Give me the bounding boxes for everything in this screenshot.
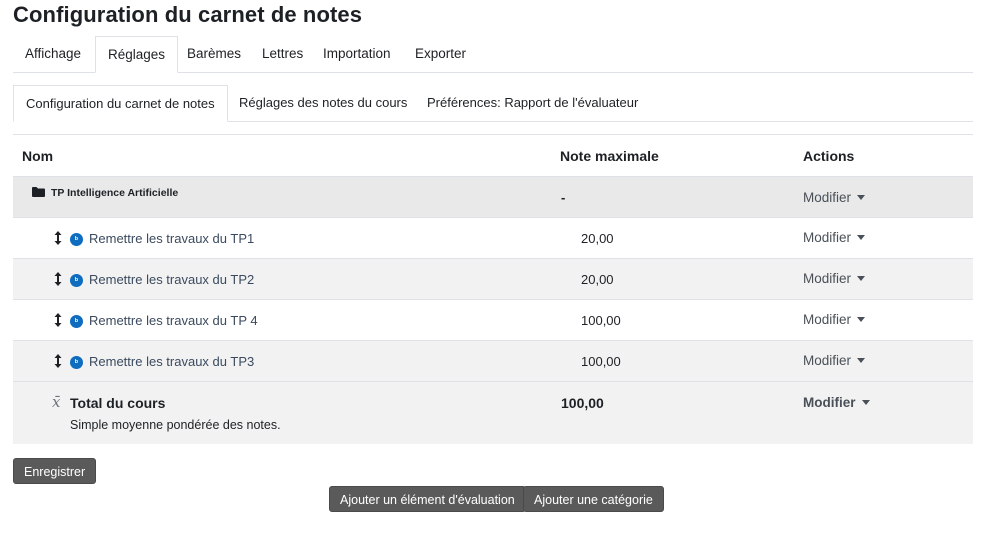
modify-label: Modifier: [803, 395, 856, 410]
assignment-icon: ᵇ: [70, 315, 83, 328]
assignment-icon: ᵇ: [70, 274, 83, 287]
header-name: Nom: [22, 148, 54, 164]
item-name-link[interactable]: Remettre les travaux du TP3: [89, 354, 254, 369]
item-modify-menu[interactable]: Modifier: [803, 353, 866, 368]
modify-label: Modifier: [803, 271, 852, 286]
move-icon[interactable]: [53, 313, 63, 327]
tab-affichage[interactable]: Affichage: [13, 36, 93, 73]
item-modify-menu[interactable]: Modifier: [803, 312, 866, 327]
table-row: ᵇ Remettre les travaux du TP1 20,00 Modi…: [13, 218, 973, 259]
assignment-icon: ᵇ: [70, 356, 83, 369]
modify-label: Modifier: [803, 190, 852, 205]
move-icon[interactable]: [53, 272, 63, 286]
category-row: TP Intelligence Artificielle - Modifier: [13, 177, 973, 218]
caret-down-icon: [857, 235, 866, 240]
category-max: -: [561, 190, 566, 205]
caret-down-icon: [857, 317, 866, 322]
item-name-link[interactable]: Remettre les travaux du TP1: [89, 231, 254, 246]
subtab-reglages-notes[interactable]: Réglages des notes du cours: [227, 85, 419, 122]
move-icon[interactable]: [53, 354, 63, 368]
tab-reglages[interactable]: Réglages: [95, 36, 179, 73]
gradebook-table: Nom Note maximale Actions TP Intelligenc…: [13, 134, 973, 444]
item-modify-menu[interactable]: Modifier: [803, 271, 866, 286]
item-max: 100,00: [581, 354, 621, 369]
caret-down-icon: [857, 358, 866, 363]
tab-lettres[interactable]: Lettres: [250, 36, 315, 73]
modify-label: Modifier: [803, 230, 852, 245]
mean-symbol-icon: x̄: [52, 393, 61, 411]
total-modify-menu[interactable]: Modifier: [803, 395, 870, 410]
tab-exporter[interactable]: Exporter: [403, 36, 478, 73]
page-title: Configuration du carnet de notes: [13, 2, 363, 27]
header-max: Note maximale: [560, 148, 659, 164]
caret-down-icon: [857, 276, 866, 281]
folder-icon: [32, 187, 45, 197]
item-name-link[interactable]: Remettre les travaux du TP2: [89, 272, 254, 287]
table-row: ᵇ Remettre les travaux du TP3 100,00 Mod…: [13, 341, 973, 382]
tab-importation[interactable]: Importation: [311, 36, 403, 73]
table-row: ᵇ Remettre les travaux du TP2 20,00 Modi…: [13, 259, 973, 300]
assignment-icon: ᵇ: [70, 233, 83, 246]
total-max: 100,00: [561, 395, 604, 411]
caret-down-icon: [857, 195, 866, 200]
table-header: Nom Note maximale Actions: [13, 135, 973, 177]
add-category-button[interactable]: Ajouter une catégorie: [523, 486, 664, 512]
item-modify-menu[interactable]: Modifier: [803, 230, 866, 245]
save-button[interactable]: Enregistrer: [13, 458, 97, 484]
header-actions: Actions: [803, 148, 855, 164]
total-description: Simple moyenne pondérée des notes.: [70, 418, 281, 432]
modify-label: Modifier: [803, 312, 852, 327]
total-name: Total du cours: [70, 395, 166, 411]
primary-tabs: Affichage Réglages Barèmes Lettres Impor…: [13, 36, 973, 73]
modify-label: Modifier: [803, 353, 852, 368]
item-max: 100,00: [581, 313, 621, 328]
item-name-link[interactable]: Remettre les travaux du TP 4: [89, 313, 258, 328]
course-total-row: x̄ Total du cours Simple moyenne pondéré…: [13, 382, 973, 444]
secondary-tabs: Configuration du carnet de notes Réglage…: [13, 85, 973, 122]
add-grade-item-button[interactable]: Ajouter un élément d'évaluation: [329, 486, 526, 512]
category-modify-menu[interactable]: Modifier: [803, 190, 866, 205]
move-icon[interactable]: [53, 231, 63, 245]
item-max: 20,00: [581, 272, 614, 287]
tab-baremes[interactable]: Barèmes: [175, 36, 253, 73]
item-max: 20,00: [581, 231, 614, 246]
category-name: TP Intelligence Artificielle: [51, 187, 179, 199]
subtab-preferences[interactable]: Préférences: Rapport de l'évaluateur: [415, 85, 650, 122]
table-row: ᵇ Remettre les travaux du TP 4 100,00 Mo…: [13, 300, 973, 341]
subtab-configuration[interactable]: Configuration du carnet de notes: [13, 85, 228, 122]
caret-down-icon: [861, 400, 870, 405]
